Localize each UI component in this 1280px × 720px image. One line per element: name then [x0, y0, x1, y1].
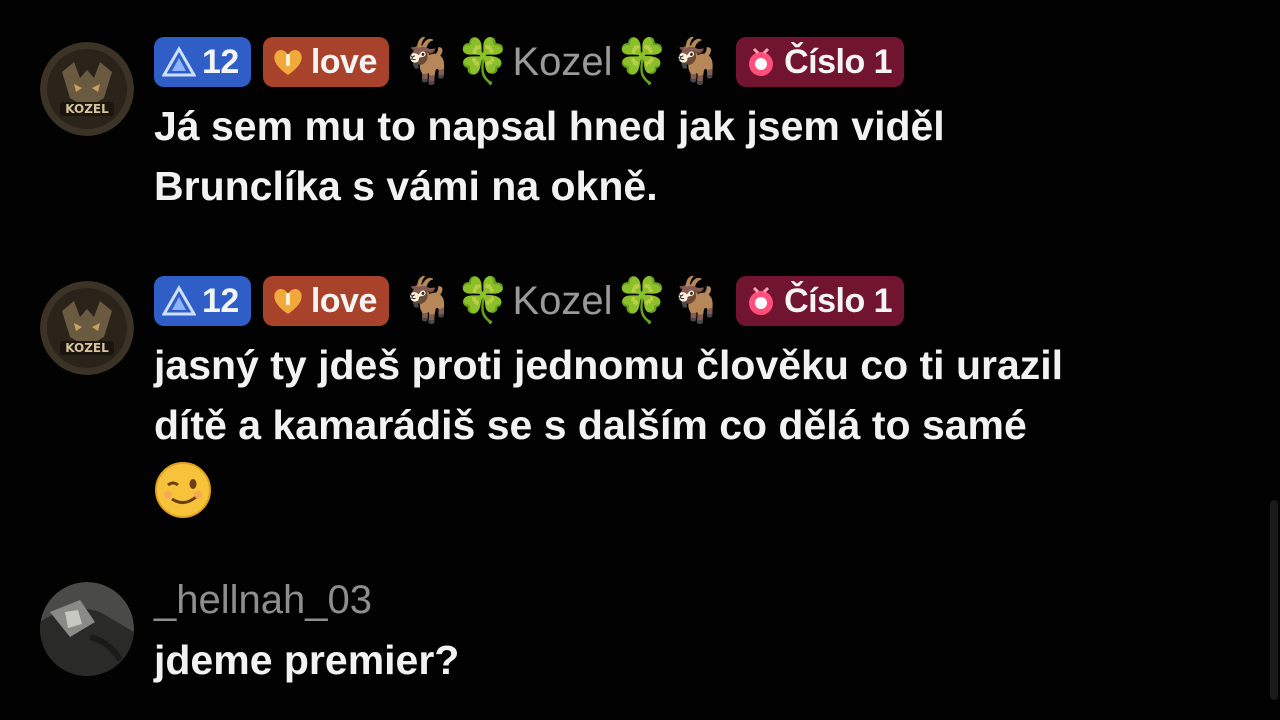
- avatar[interactable]: [40, 582, 134, 676]
- triangle-level-icon: [162, 285, 196, 317]
- svg-text:KOZEL: KOZEL: [65, 341, 109, 355]
- clover-goat-icon: 🍀🐐: [614, 37, 725, 86]
- goat-clover-icon: 🐐🍀: [400, 37, 511, 86]
- medal-icon: [744, 284, 778, 318]
- nickname-badge[interactable]: 🐐🍀 Kozel 🍀🐐: [401, 279, 724, 324]
- message-text: jasný ty jdeš proti jednomu člověku co t…: [154, 335, 1254, 535]
- message-line: Já sem mu to napsal hned jak jsem viděl: [154, 103, 945, 149]
- cislo-label: Číslo 1: [784, 281, 893, 320]
- level-badge[interactable]: 12: [154, 276, 251, 326]
- love-badge[interactable]: love: [262, 276, 389, 326]
- scrollbar[interactable]: [1270, 500, 1278, 700]
- message-line: Brunclíka s vámi na okně.: [154, 163, 658, 209]
- level-badge[interactable]: 12: [154, 37, 251, 87]
- cislo-badge[interactable]: Číslo 1: [736, 276, 905, 326]
- medal-icon: [744, 45, 778, 79]
- cislo-badge[interactable]: Číslo 1: [736, 37, 905, 87]
- wink-emoji-icon: [154, 461, 1254, 535]
- message-text: jdeme premier?: [154, 630, 1254, 690]
- nickname: Kozel: [512, 278, 613, 323]
- live-chat-panel: KOZEL 12 love 🐐🍀 Kozel 🍀🐐 Číslo 1 Já sem…: [0, 0, 1280, 720]
- heart-icon: [271, 285, 305, 317]
- avatar[interactable]: KOZEL: [40, 42, 134, 136]
- nickname: Kozel: [512, 39, 613, 84]
- love-label: love: [310, 281, 378, 320]
- svg-text:KOZEL: KOZEL: [65, 102, 109, 116]
- triangle-level-icon: [162, 46, 196, 78]
- message-text: Já sem mu to napsal hned jak jsem viděl …: [154, 96, 1254, 216]
- clover-goat-icon: 🍀🐐: [614, 276, 725, 325]
- nickname-badge[interactable]: 🐐🍀 Kozel 🍀🐐: [401, 40, 724, 85]
- message-line: jasný ty jdeš proti jednomu člověku co t…: [154, 342, 1064, 388]
- love-badge[interactable]: love: [262, 37, 389, 87]
- avatar[interactable]: KOZEL: [40, 281, 134, 375]
- message-line: dítě a kamarádiš se s dalším co dělá to …: [154, 402, 1027, 448]
- message-line: jdeme premier?: [154, 637, 460, 683]
- username[interactable]: _hellnah_03: [154, 574, 1254, 626]
- user-badges: 12 love 🐐🍀 Kozel 🍀🐐 Číslo 1: [154, 36, 1254, 88]
- cislo-label: Číslo 1: [784, 42, 893, 81]
- heart-icon: [271, 46, 305, 78]
- goat-clover-icon: 🐐🍀: [400, 276, 511, 325]
- level-value: 12: [202, 281, 239, 320]
- user-badges: 12 love 🐐🍀 Kozel 🍀🐐 Číslo 1: [154, 275, 1254, 327]
- love-label: love: [310, 42, 378, 81]
- level-value: 12: [202, 42, 239, 81]
